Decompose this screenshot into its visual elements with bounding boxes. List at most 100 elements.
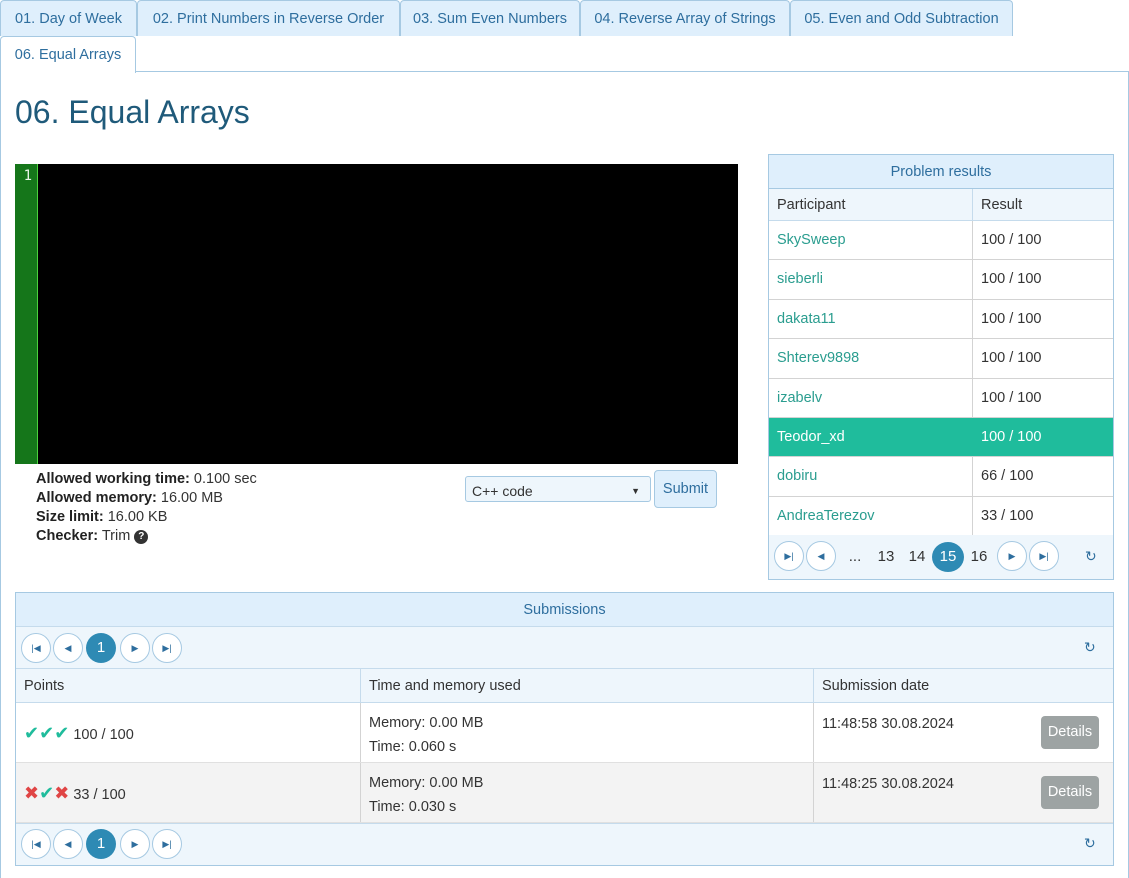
submissions-header-row: Points Time and memory used Submission d… [16, 669, 1113, 703]
submissions-pager-top: |◀ ◀ 1 ▶ ▶| ↻ [16, 627, 1113, 669]
language-select-value: C++ code [472, 483, 533, 499]
submission-time: Time: 0.030 s [369, 799, 457, 815]
page-15-current[interactable]: 15 [932, 542, 964, 572]
cross-icon: ✖ [54, 783, 70, 803]
submissions-grid: Submissions |◀ ◀ 1 ▶ ▶| ↻ Points Time an… [15, 592, 1114, 866]
help-icon[interactable]: ? [134, 530, 149, 544]
result-value: 33 / 100 [981, 507, 1034, 524]
result-value: 100 / 100 [981, 389, 1042, 406]
result-row[interactable]: Shterev9898 100 / 100 [769, 339, 1113, 379]
tab-reverse-array-strings[interactable]: 04. Reverse Array of Strings [580, 0, 790, 36]
tab-equal-arrays[interactable]: 06. Equal Arrays [0, 36, 136, 73]
submissions-title: Submissions [16, 593, 1113, 627]
time-limit-label: Allowed working time: [36, 471, 190, 487]
first-page-icon[interactable]: |◀ [21, 829, 51, 859]
check-icon: ✔ [54, 723, 70, 743]
col-participant[interactable]: Participant [769, 189, 973, 220]
refresh-icon[interactable]: ↻ [1084, 835, 1096, 852]
editor-gutter: 1 [15, 164, 38, 464]
details-button[interactable]: Details [1041, 716, 1099, 749]
first-page-icon[interactable]: |◀ [21, 633, 51, 663]
participant-link[interactable]: SkySweep [769, 221, 973, 260]
next-page-icon[interactable]: ▶ [120, 829, 150, 859]
tab-sum-even-numbers[interactable]: 03. Sum Even Numbers [400, 0, 580, 36]
page-14[interactable]: 14 [904, 542, 930, 572]
details-button[interactable]: Details [1041, 776, 1099, 809]
col-time-memory[interactable]: Time and memory used [361, 669, 814, 702]
page-13[interactable]: 13 [873, 542, 899, 572]
prev-page-icon[interactable]: ◀ [53, 829, 83, 859]
result-row[interactable]: dobiru 66 / 100 [769, 457, 1113, 497]
result-value: 100 / 100 [981, 310, 1042, 327]
prev-page-icon[interactable]: ◀ [806, 541, 836, 571]
line-number: 1 [23, 168, 32, 184]
submissions-pager-bottom: |◀ ◀ 1 ▶ ▶| ↻ [16, 823, 1113, 865]
col-points[interactable]: Points [16, 669, 361, 702]
memory-limit-label: Allowed memory: [36, 490, 157, 506]
pager-ellipsis[interactable]: ... [845, 542, 865, 572]
checker-value: Trim [101, 528, 131, 544]
participant-link[interactable]: Teodor_xd [769, 417, 973, 457]
tab-day-of-week[interactable]: 01. Day of Week [0, 0, 137, 36]
result-row[interactable]: AndreaTerezov 33 / 100 [769, 496, 1113, 537]
code-editor[interactable]: 1 [15, 164, 738, 464]
result-row[interactable]: sieberli 100 / 100 [769, 260, 1113, 300]
check-icon: ✔ [24, 723, 40, 743]
last-page-icon[interactable]: ▶| [1029, 541, 1059, 571]
result-row[interactable]: dakata11 100 / 100 [769, 299, 1113, 340]
submission-date: 11:48:58 30.08.2024 [822, 716, 954, 732]
submission-row: ✖✔✖ 33 / 100 Memory: 0.00 MB Time: 0.030… [16, 763, 1113, 823]
submission-date: 11:48:25 30.08.2024 [822, 776, 954, 792]
problem-results-grid: Problem results Participant Result SkySw… [768, 154, 1114, 580]
language-select[interactable]: C++ code ▼ [465, 476, 651, 502]
checker-label: Checker: [36, 528, 99, 544]
check-icon: ✔ [39, 783, 55, 803]
submit-button[interactable]: Submit [654, 470, 717, 508]
result-value: 100 / 100 [981, 428, 1042, 445]
results-title: Problem results [769, 155, 1113, 189]
participant-link[interactable]: izabelv [769, 378, 973, 417]
results-header-row: Participant Result [769, 189, 1113, 221]
col-submission-date[interactable]: Submission date [814, 669, 1113, 702]
page-title: 06. Equal Arrays [15, 94, 250, 130]
participant-link[interactable]: sieberli [769, 260, 973, 299]
check-icon: ✔ [39, 723, 55, 743]
next-page-icon[interactable]: ▶ [997, 541, 1027, 571]
page-1-current[interactable]: 1 [86, 829, 116, 859]
participant-link[interactable]: Shterev9898 [769, 339, 973, 378]
size-limit-label: Size limit: [36, 509, 104, 525]
tab-print-numbers-reverse[interactable]: 02. Print Numbers in Reverse Order [137, 0, 400, 36]
size-limit-value: 16.00 KB [107, 509, 168, 525]
submission-points: 100 / 100 [73, 727, 134, 743]
result-row-selected[interactable]: Teodor_xd 100 / 100 [769, 417, 1113, 458]
last-page-icon[interactable]: ▶| [152, 633, 182, 663]
result-row[interactable]: SkySweep 100 / 100 [769, 221, 1113, 261]
time-limit-value: 0.100 sec [193, 471, 257, 487]
memory-limit-value: 16.00 MB [160, 490, 223, 506]
result-row[interactable]: izabelv 100 / 100 [769, 378, 1113, 418]
participant-link[interactable]: AndreaTerezov [769, 496, 973, 536]
refresh-icon[interactable]: ↻ [1084, 639, 1096, 656]
problem-limits: Allowed working time: 0.100 sec Allowed … [36, 470, 257, 546]
first-page-icon[interactable]: ▶| [774, 541, 804, 571]
last-page-icon[interactable]: ▶| [152, 829, 182, 859]
tab-even-odd-subtraction[interactable]: 05. Even and Odd Subtraction [790, 0, 1013, 36]
page-1-current[interactable]: 1 [86, 633, 116, 663]
submission-time: Time: 0.060 s [369, 739, 457, 755]
refresh-icon[interactable]: ↻ [1085, 548, 1097, 565]
page-16[interactable]: 16 [966, 542, 992, 572]
submission-memory: Memory: 0.00 MB [369, 715, 484, 731]
submission-points: 33 / 100 [73, 787, 126, 803]
result-value: 100 / 100 [981, 232, 1042, 248]
participant-link[interactable]: dobiru [769, 457, 973, 496]
next-page-icon[interactable]: ▶ [120, 633, 150, 663]
col-result[interactable]: Result [973, 189, 1113, 220]
result-value: 100 / 100 [981, 271, 1042, 288]
participant-link[interactable]: dakata11 [769, 299, 973, 339]
cross-icon: ✖ [24, 783, 40, 803]
results-pager: ▶| ◀ ... 13 14 15 16 ▶ ▶| ↻ [769, 535, 1113, 579]
chevron-down-icon: ▼ [631, 486, 640, 496]
result-value: 100 / 100 [981, 350, 1042, 367]
problem-tabs: 01. Day of Week 02. Print Numbers in Rev… [0, 0, 1129, 73]
prev-page-icon[interactable]: ◀ [53, 633, 83, 663]
